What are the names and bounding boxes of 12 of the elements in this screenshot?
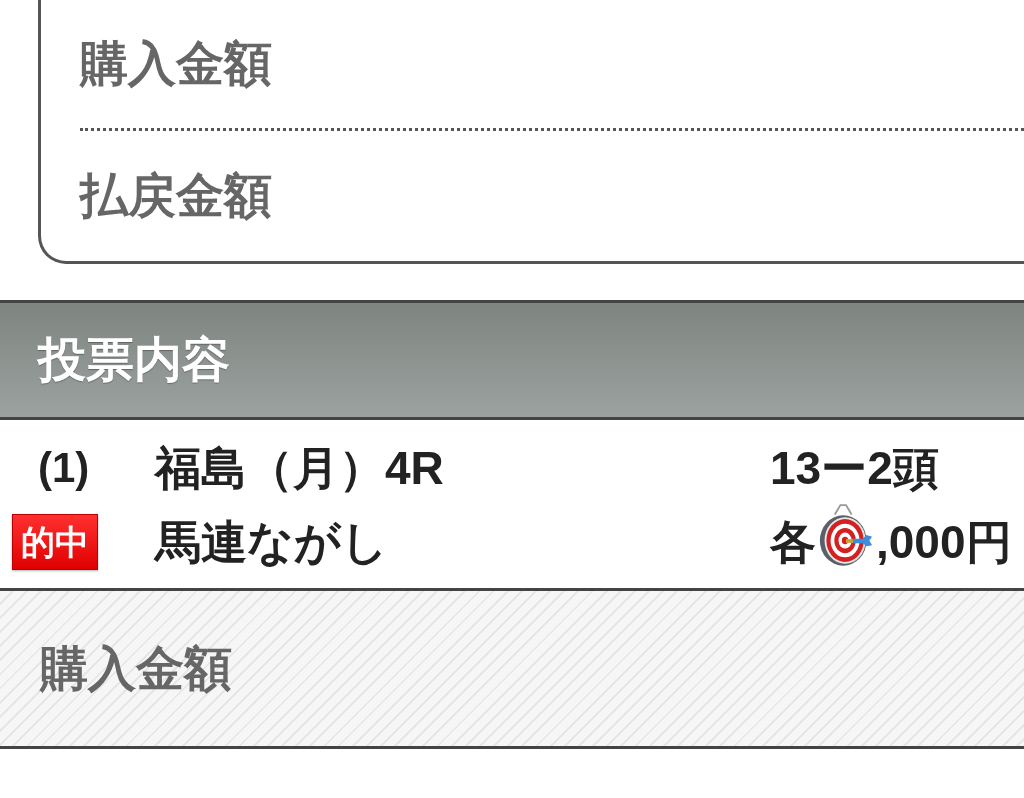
horse-combination: 13ー2頭 [770, 445, 939, 491]
row-label: 購入金額 [80, 40, 272, 88]
bet-type: 馬連ながし [155, 519, 388, 565]
purchase-label: 購入金額 [40, 644, 232, 693]
bet-number: (1) [37, 447, 90, 489]
row-label: 払戻金額 [80, 172, 272, 220]
hit-badge: 的中 [12, 514, 98, 570]
race-name: 福島（月）4R [155, 445, 444, 491]
amount-prefix: 各 [770, 519, 816, 565]
dartboard-icon [818, 501, 874, 567]
section-title: 投票内容 [38, 336, 230, 384]
amount-value: ,000円 [876, 519, 1012, 565]
